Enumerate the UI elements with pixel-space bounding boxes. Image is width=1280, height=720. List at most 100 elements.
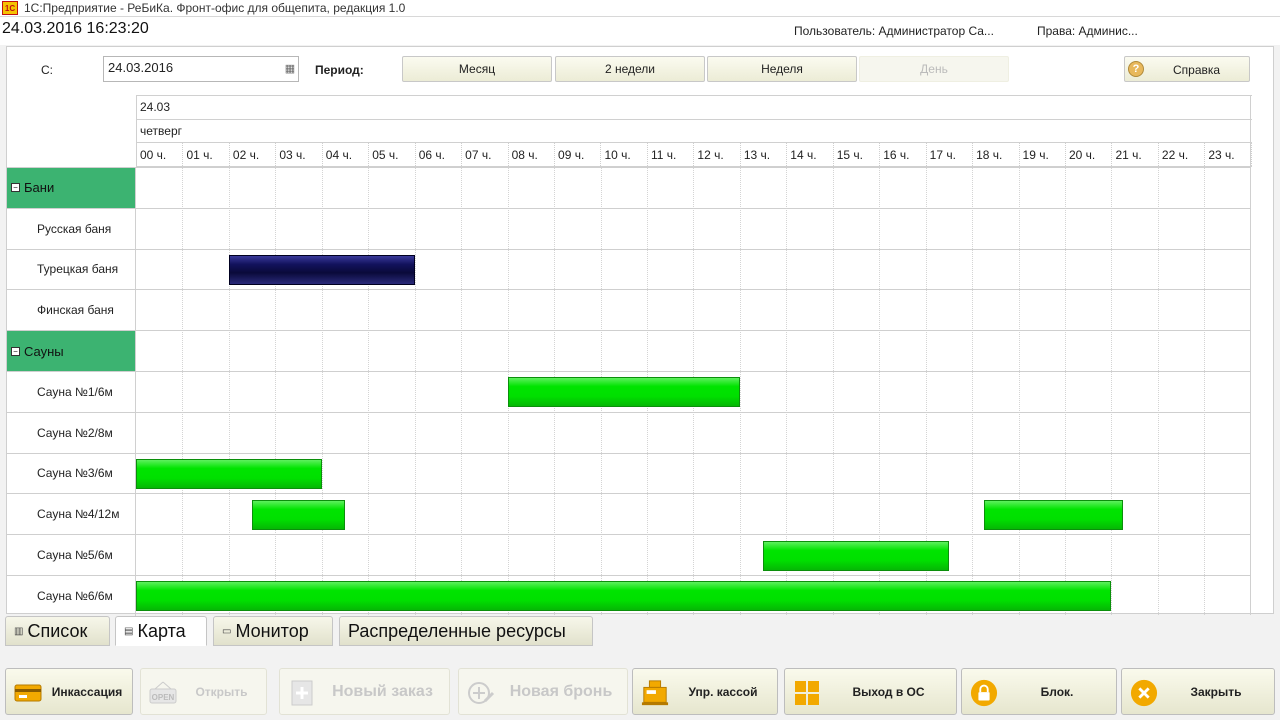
group-label[interactable]: − Сауны	[7, 331, 136, 371]
hour-label: 02 ч.	[230, 143, 277, 166]
hour-label: 10 ч.	[602, 143, 648, 166]
collapse-icon[interactable]: −	[11, 183, 20, 193]
resource-label: Сауна №2/8м	[7, 412, 136, 453]
hour-label: 11 ч.	[648, 143, 695, 166]
date-label: С:	[41, 63, 53, 77]
tab-monitor[interactable]: ▭ Монитор	[213, 616, 333, 646]
booking-bar[interactable]	[228, 254, 415, 285]
period-label: Период:	[315, 63, 364, 77]
monitor-icon: ▭	[222, 625, 232, 637]
hour-label: 03 ч.	[276, 143, 323, 166]
group-label[interactable]: − Бани	[7, 168, 136, 208]
cash-register-button[interactable]: Упр. кассой	[632, 668, 778, 715]
row-label-text: Сауна №1/6м	[37, 384, 113, 399]
hour-label: 08 ч.	[509, 143, 556, 166]
row-label-text: Турецкая баня	[37, 262, 119, 277]
hours-header: 00 ч. 01 ч. 02 ч. 03 ч. 04 ч. 05 ч. 06 ч. 07 ч.…	[137, 143, 1252, 167]
tab-list-label: Список	[27, 620, 88, 641]
schedule-grid: 24.03 четверг 00 ч. 01 ч. 02 ч. 03 ч. 04 ч. 0…	[7, 95, 1252, 616]
resource-label: Финская баня	[7, 290, 136, 331]
row-label-text: Русская баня	[37, 221, 112, 236]
period-day-button: День	[859, 56, 1009, 82]
date-field[interactable]: 24.03.2016 ▦	[103, 56, 299, 82]
row-label-text: Сауна №5/6м	[37, 548, 113, 563]
rights-info: Права: Админис...	[1037, 24, 1138, 38]
help-label: Справка	[1173, 63, 1221, 77]
hour-label: 21 ч.	[1112, 143, 1159, 166]
app-logo-icon: 1С	[2, 1, 18, 15]
booking-bar[interactable]	[136, 581, 1112, 612]
hour-label: 18 ч.	[973, 143, 1020, 166]
schedule-date: 24.03	[137, 95, 1252, 120]
resource-row[interactable]: Сауна №6/6м	[7, 575, 1251, 616]
lock-button[interactable]: Блок.	[961, 668, 1117, 715]
group-row[interactable]: − Сауны	[7, 330, 1251, 371]
hour-label: 09 ч.	[555, 143, 602, 166]
resource-row[interactable]: Русская баня	[7, 207, 1251, 249]
collection-button[interactable]: Инкассация	[5, 668, 133, 715]
exit-to-os-button[interactable]: Выход в ОС	[784, 668, 957, 715]
hour-label: 19 ч.	[1020, 143, 1066, 166]
group-row[interactable]: − Бани	[7, 167, 1251, 208]
hour-label: 07 ч.	[462, 143, 509, 166]
hour-label: 22 ч.	[1159, 143, 1206, 166]
hour-label: 04 ч.	[323, 143, 370, 166]
header-bar: 24.03.2016 16:23:20 Пользователь: Админи…	[0, 17, 1280, 45]
booking-bar[interactable]	[252, 499, 346, 530]
calendar-icon[interactable]: ▦	[283, 60, 297, 78]
row-label-text: Бани	[24, 180, 55, 196]
tab-distributed-resources[interactable]: Распределенные ресурсы	[339, 616, 593, 646]
new-booking-label: Новая бронь	[509, 682, 613, 700]
cash-register-label: Упр. кассой	[688, 684, 758, 699]
exit-to-os-label: Выход в ОС	[852, 684, 925, 699]
resource-row[interactable]: Сауна №2/8м	[7, 411, 1251, 453]
tab-list[interactable]: ▥ Список	[5, 616, 110, 646]
resource-row[interactable]: Турецкая баня	[7, 248, 1251, 290]
booking-bar[interactable]	[763, 540, 949, 571]
resource-row[interactable]: Финская баня	[7, 289, 1251, 331]
row-label-text: Сауна №2/8м	[37, 425, 113, 440]
new-booking-button: Новая бронь	[458, 668, 628, 715]
hour-label: 17 ч.	[927, 143, 974, 166]
resource-label: Сауна №4/12м	[7, 494, 136, 535]
resource-label: Сауна №1/6м	[7, 372, 136, 412]
hour-label: 23 ч.	[1205, 143, 1252, 166]
tab-map[interactable]: ▤ Карта	[115, 616, 207, 646]
hour-label: 13 ч.	[741, 143, 788, 166]
new-order-label: Новый заказ	[332, 682, 433, 700]
booking-bar[interactable]	[136, 458, 322, 489]
new-order-button: Новый заказ	[279, 668, 450, 715]
hour-label: 01 ч.	[183, 143, 230, 166]
hour-label: 05 ч.	[369, 143, 416, 166]
close-label: Закрыть	[1190, 684, 1242, 699]
schedule-header: 24.03 четверг 00 ч. 01 ч. 02 ч. 03 ч. 04 ч. 0…	[136, 95, 1252, 167]
current-datetime: 24.03.2016 16:23:20	[2, 20, 149, 37]
tab-distributed-resources-label: Распределенные ресурсы	[348, 620, 566, 641]
row-label-text: Сауна №6/6м	[37, 588, 113, 603]
help-icon: ?	[1128, 61, 1144, 77]
window-title: 1С:Предприятие - РеБиКа. Фронт-офис для …	[24, 1, 406, 15]
resource-label: Сауна №6/6м	[7, 576, 136, 616]
period-month-button[interactable]: Месяц	[402, 56, 552, 82]
booking-bar[interactable]	[507, 377, 740, 408]
hour-label: 14 ч.	[787, 143, 834, 166]
row-label-text: Сауна №4/12м	[37, 507, 120, 522]
hour-label: 06 ч.	[416, 143, 463, 166]
period-2weeks-button[interactable]: 2 недели	[555, 56, 705, 82]
hour-label: 00 ч.	[137, 143, 184, 166]
lock-label: Блок.	[1040, 684, 1074, 699]
resource-row[interactable]: Сауна №5/6м	[7, 534, 1251, 575]
close-button[interactable]: Закрыть	[1121, 668, 1275, 715]
booking-bar[interactable]	[983, 499, 1124, 530]
open-button: OPEN Открыть	[140, 668, 267, 715]
period-week-button[interactable]: Неделя	[707, 56, 857, 82]
resource-row[interactable]: Сауна №4/12м	[7, 493, 1251, 535]
open-label: Открыть	[195, 684, 248, 699]
resource-row[interactable]: Сауна №1/6м	[7, 371, 1251, 412]
map-icon: ▤	[124, 625, 134, 637]
collapse-icon[interactable]: −	[11, 346, 20, 356]
hour-label: 20 ч.	[1066, 143, 1113, 166]
help-button[interactable]: ? Справка	[1124, 56, 1250, 82]
resource-label: Турецкая баня	[7, 249, 136, 290]
resource-row[interactable]: Сауна №3/6м	[7, 452, 1251, 494]
